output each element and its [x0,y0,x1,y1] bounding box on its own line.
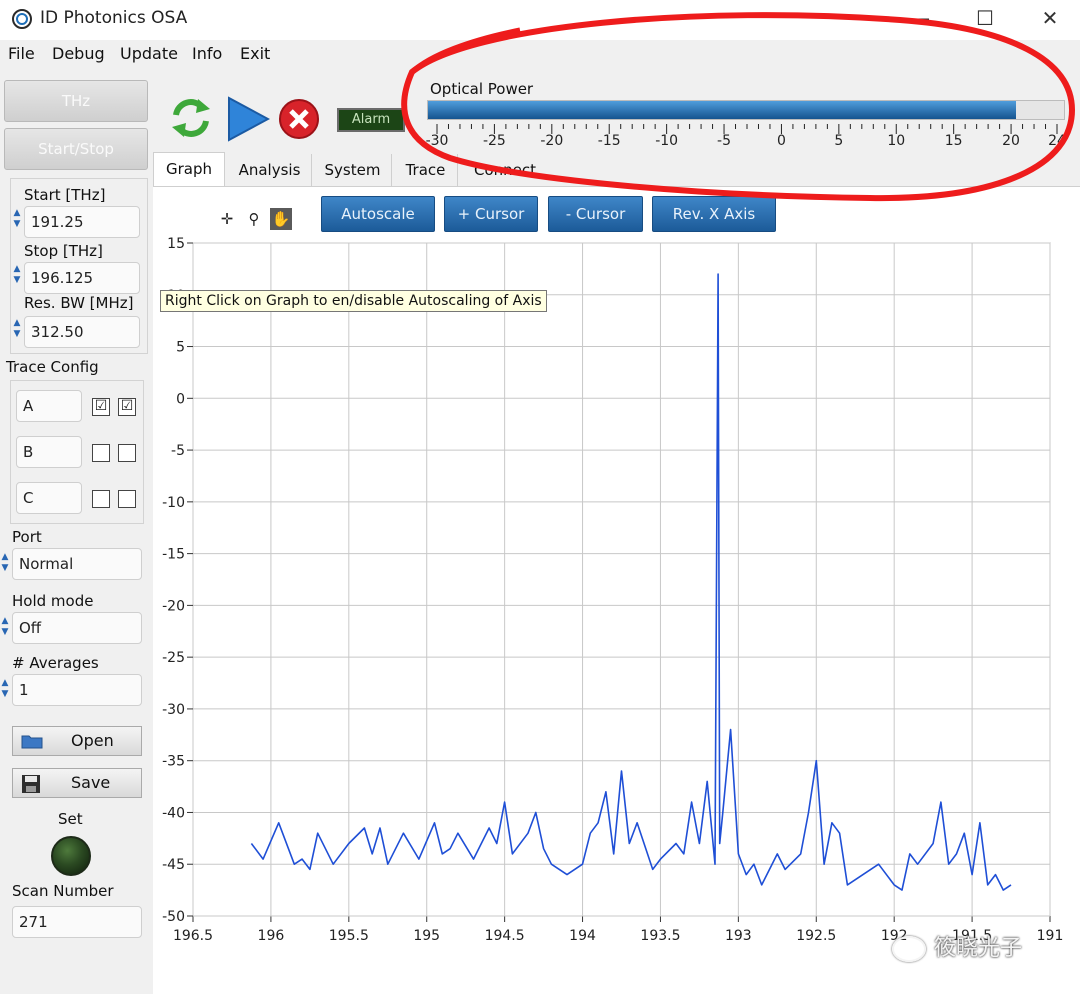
y-tick-label: 0 [176,391,185,407]
wechat-logo-icon [892,936,926,962]
close-window-button[interactable]: ✕ [1030,4,1070,34]
x-tick-label: 191 [1037,928,1064,944]
menu-file[interactable]: File [8,44,35,63]
menu-update[interactable]: Update [120,44,178,63]
y-tick-label: -35 [162,754,185,770]
y-tick-label: -25 [162,650,185,666]
y-tick-label: 15 [167,236,185,252]
x-tick-label: 196.5 [173,928,213,944]
y-tick-label: -5 [171,443,185,459]
x-tick-label: 193 [725,928,752,944]
title-bar: ID Photonics OSA — ☐ ✕ [0,0,1080,38]
minimize-button[interactable]: — [900,4,940,34]
x-tick-label: 195 [413,928,440,944]
x-tick-label: 196 [258,928,285,944]
y-tick-label: -30 [162,702,185,718]
x-tick-label: 194.5 [485,928,525,944]
menu-bar: File Debug Update Info Exit [0,40,1080,68]
y-tick-label: -15 [162,547,185,563]
y-tick-label: 5 [176,340,185,356]
menu-exit[interactable]: Exit [240,44,270,63]
x-tick-label: 193.5 [640,928,680,944]
window-title: ID Photonics OSA [40,8,188,28]
x-tick-label: 194 [569,928,596,944]
y-tick-label: -10 [162,495,185,511]
autoscale-tooltip: Right Click on Graph to en/disable Autos… [160,290,547,312]
menu-debug[interactable]: Debug [52,44,105,63]
maximize-button[interactable]: ☐ [965,4,1005,34]
app-logo-icon [12,9,32,29]
spectrum-chart[interactable]: 196.5 196 195.5 195 194.5 194 193.5 193 192.5 192… [0,68,1080,994]
x-tick-label: 195.5 [329,928,369,944]
app-body: THz Start/Stop Start [THz] ▲ ▼ 191.25 Sto… [0,68,1080,994]
y-tick-label: -20 [162,598,185,614]
watermark-text: 筱晓光子 [934,936,1023,961]
y-tick-label: -45 [162,857,185,873]
plot-area [192,242,1051,917]
menu-info[interactable]: Info [192,44,222,63]
watermark: 筱晓光子 [892,930,1022,964]
x-tick-label: 192.5 [796,928,836,944]
y-tick-label: -40 [162,805,185,821]
y-tick-label: -50 [162,909,185,925]
